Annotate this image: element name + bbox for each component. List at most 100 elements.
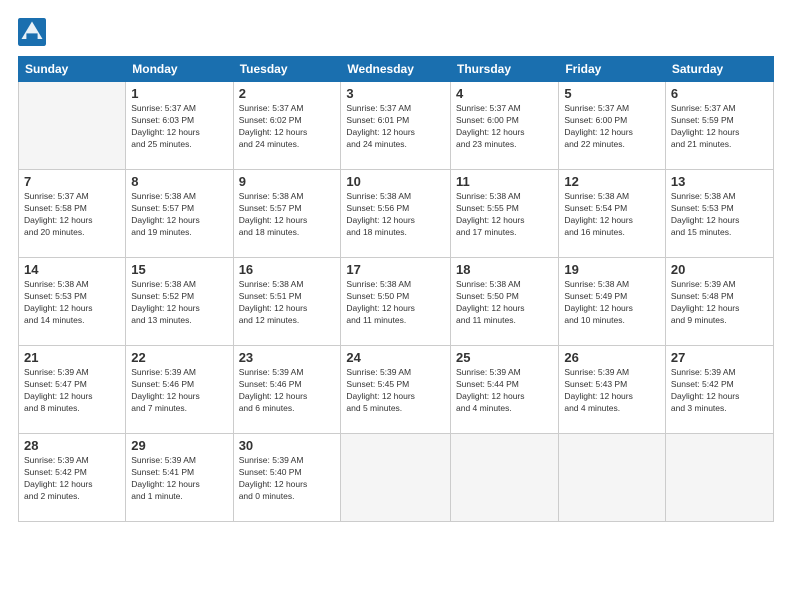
- calendar-cell: 15 Sunrise: 5:38 AM Sunset: 5:52 PM Dayli…: [126, 258, 233, 346]
- day-info: Sunrise: 5:38 AM Sunset: 5:50 PM Dayligh…: [456, 279, 553, 327]
- weekday-header-friday: Friday: [559, 57, 666, 82]
- calendar-cell: 12 Sunrise: 5:38 AM Sunset: 5:54 PM Dayli…: [559, 170, 666, 258]
- calendar-cell: 1 Sunrise: 5:37 AM Sunset: 6:03 PM Daylig…: [126, 82, 233, 170]
- day-info: Sunrise: 5:37 AM Sunset: 6:02 PM Dayligh…: [239, 103, 336, 151]
- weekday-header-row: SundayMondayTuesdayWednesdayThursdayFrid…: [19, 57, 774, 82]
- calendar-cell: 29 Sunrise: 5:39 AM Sunset: 5:41 PM Dayli…: [126, 434, 233, 522]
- day-info: Sunrise: 5:37 AM Sunset: 5:59 PM Dayligh…: [671, 103, 768, 151]
- calendar-cell: 3 Sunrise: 5:37 AM Sunset: 6:01 PM Daylig…: [341, 82, 451, 170]
- day-number: 11: [456, 174, 553, 189]
- calendar-cell: [341, 434, 451, 522]
- day-number: 23: [239, 350, 336, 365]
- day-number: 6: [671, 86, 768, 101]
- day-number: 27: [671, 350, 768, 365]
- day-info: Sunrise: 5:38 AM Sunset: 5:51 PM Dayligh…: [239, 279, 336, 327]
- calendar-cell: 28 Sunrise: 5:39 AM Sunset: 5:42 PM Dayli…: [19, 434, 126, 522]
- calendar-cell: 20 Sunrise: 5:39 AM Sunset: 5:48 PM Dayli…: [665, 258, 773, 346]
- day-info: Sunrise: 5:39 AM Sunset: 5:40 PM Dayligh…: [239, 455, 336, 503]
- weekday-header-saturday: Saturday: [665, 57, 773, 82]
- day-number: 26: [564, 350, 660, 365]
- weekday-header-monday: Monday: [126, 57, 233, 82]
- day-number: 7: [24, 174, 120, 189]
- day-info: Sunrise: 5:39 AM Sunset: 5:43 PM Dayligh…: [564, 367, 660, 415]
- calendar-cell: 14 Sunrise: 5:38 AM Sunset: 5:53 PM Dayli…: [19, 258, 126, 346]
- day-info: Sunrise: 5:38 AM Sunset: 5:53 PM Dayligh…: [671, 191, 768, 239]
- day-info: Sunrise: 5:39 AM Sunset: 5:47 PM Dayligh…: [24, 367, 120, 415]
- week-row-4: 21 Sunrise: 5:39 AM Sunset: 5:47 PM Dayli…: [19, 346, 774, 434]
- day-info: Sunrise: 5:39 AM Sunset: 5:41 PM Dayligh…: [131, 455, 227, 503]
- day-info: Sunrise: 5:38 AM Sunset: 5:55 PM Dayligh…: [456, 191, 553, 239]
- day-number: 30: [239, 438, 336, 453]
- day-info: Sunrise: 5:38 AM Sunset: 5:57 PM Dayligh…: [131, 191, 227, 239]
- day-info: Sunrise: 5:39 AM Sunset: 5:46 PM Dayligh…: [239, 367, 336, 415]
- day-info: Sunrise: 5:38 AM Sunset: 5:50 PM Dayligh…: [346, 279, 445, 327]
- day-number: 17: [346, 262, 445, 277]
- calendar-table: SundayMondayTuesdayWednesdayThursdayFrid…: [18, 56, 774, 522]
- calendar-page: SundayMondayTuesdayWednesdayThursdayFrid…: [0, 0, 792, 612]
- day-info: Sunrise: 5:38 AM Sunset: 5:49 PM Dayligh…: [564, 279, 660, 327]
- day-info: Sunrise: 5:39 AM Sunset: 5:48 PM Dayligh…: [671, 279, 768, 327]
- day-number: 18: [456, 262, 553, 277]
- day-number: 3: [346, 86, 445, 101]
- calendar-cell: 9 Sunrise: 5:38 AM Sunset: 5:57 PM Daylig…: [233, 170, 341, 258]
- day-number: 9: [239, 174, 336, 189]
- calendar-cell: 11 Sunrise: 5:38 AM Sunset: 5:55 PM Dayli…: [451, 170, 559, 258]
- calendar-cell: [559, 434, 666, 522]
- calendar-cell: 18 Sunrise: 5:38 AM Sunset: 5:50 PM Dayli…: [451, 258, 559, 346]
- day-number: 29: [131, 438, 227, 453]
- day-info: Sunrise: 5:38 AM Sunset: 5:57 PM Dayligh…: [239, 191, 336, 239]
- calendar-cell: 25 Sunrise: 5:39 AM Sunset: 5:44 PM Dayli…: [451, 346, 559, 434]
- day-info: Sunrise: 5:39 AM Sunset: 5:46 PM Dayligh…: [131, 367, 227, 415]
- week-row-5: 28 Sunrise: 5:39 AM Sunset: 5:42 PM Dayli…: [19, 434, 774, 522]
- day-number: 14: [24, 262, 120, 277]
- calendar-cell: [665, 434, 773, 522]
- day-number: 25: [456, 350, 553, 365]
- day-info: Sunrise: 5:37 AM Sunset: 6:00 PM Dayligh…: [456, 103, 553, 151]
- day-number: 1: [131, 86, 227, 101]
- day-info: Sunrise: 5:39 AM Sunset: 5:45 PM Dayligh…: [346, 367, 445, 415]
- day-number: 20: [671, 262, 768, 277]
- day-info: Sunrise: 5:37 AM Sunset: 6:01 PM Dayligh…: [346, 103, 445, 151]
- day-info: Sunrise: 5:39 AM Sunset: 5:44 PM Dayligh…: [456, 367, 553, 415]
- calendar-cell: 16Sunrise: 5:38 AM Sunset: 5:51 PM Dayli…: [233, 258, 341, 346]
- day-info: Sunrise: 5:37 AM Sunset: 5:58 PM Dayligh…: [24, 191, 120, 239]
- logo-icon: [18, 18, 46, 46]
- calendar-cell: 23 Sunrise: 5:39 AM Sunset: 5:46 PM Dayli…: [233, 346, 341, 434]
- weekday-header-wednesday: Wednesday: [341, 57, 451, 82]
- calendar-cell: 5 Sunrise: 5:37 AM Sunset: 6:00 PM Daylig…: [559, 82, 666, 170]
- calendar-cell: 8Sunrise: 5:38 AM Sunset: 5:57 PM Daylig…: [126, 170, 233, 258]
- week-row-3: 14 Sunrise: 5:38 AM Sunset: 5:53 PM Dayli…: [19, 258, 774, 346]
- day-info: Sunrise: 5:37 AM Sunset: 6:00 PM Dayligh…: [564, 103, 660, 151]
- day-number: 24: [346, 350, 445, 365]
- day-number: 4: [456, 86, 553, 101]
- day-number: 28: [24, 438, 120, 453]
- calendar-cell: 22Sunrise: 5:39 AM Sunset: 5:46 PM Dayli…: [126, 346, 233, 434]
- day-info: Sunrise: 5:39 AM Sunset: 5:42 PM Dayligh…: [24, 455, 120, 503]
- day-number: 15: [131, 262, 227, 277]
- day-number: 10: [346, 174, 445, 189]
- weekday-header-sunday: Sunday: [19, 57, 126, 82]
- header: [18, 18, 774, 46]
- calendar-cell: 27Sunrise: 5:39 AM Sunset: 5:42 PM Dayli…: [665, 346, 773, 434]
- day-number: 2: [239, 86, 336, 101]
- calendar-cell: 17 Sunrise: 5:38 AM Sunset: 5:50 PM Dayli…: [341, 258, 451, 346]
- weekday-header-thursday: Thursday: [451, 57, 559, 82]
- calendar-cell: 6 Sunrise: 5:37 AM Sunset: 5:59 PM Daylig…: [665, 82, 773, 170]
- day-info: Sunrise: 5:38 AM Sunset: 5:52 PM Dayligh…: [131, 279, 227, 327]
- calendar-cell: 19 Sunrise: 5:38 AM Sunset: 5:49 PM Dayli…: [559, 258, 666, 346]
- day-number: 12: [564, 174, 660, 189]
- calendar-cell: [19, 82, 126, 170]
- day-info: Sunrise: 5:37 AM Sunset: 6:03 PM Dayligh…: [131, 103, 227, 151]
- day-number: 21: [24, 350, 120, 365]
- week-row-2: 7 Sunrise: 5:37 AM Sunset: 5:58 PM Daylig…: [19, 170, 774, 258]
- calendar-cell: 13Sunrise: 5:38 AM Sunset: 5:53 PM Dayli…: [665, 170, 773, 258]
- day-number: 19: [564, 262, 660, 277]
- day-info: Sunrise: 5:38 AM Sunset: 5:56 PM Dayligh…: [346, 191, 445, 239]
- day-number: 5: [564, 86, 660, 101]
- calendar-cell: 10 Sunrise: 5:38 AM Sunset: 5:56 PM Dayli…: [341, 170, 451, 258]
- day-info: Sunrise: 5:38 AM Sunset: 5:53 PM Dayligh…: [24, 279, 120, 327]
- calendar-cell: 24 Sunrise: 5:39 AM Sunset: 5:45 PM Dayli…: [341, 346, 451, 434]
- calendar-cell: 26 Sunrise: 5:39 AM Sunset: 5:43 PM Dayli…: [559, 346, 666, 434]
- calendar-cell: [451, 434, 559, 522]
- day-info: Sunrise: 5:38 AM Sunset: 5:54 PM Dayligh…: [564, 191, 660, 239]
